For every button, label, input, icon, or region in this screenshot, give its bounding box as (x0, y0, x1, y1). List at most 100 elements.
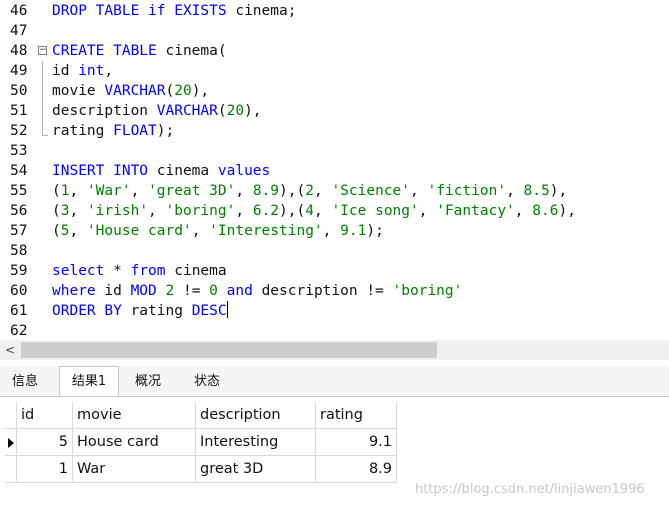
line-number: 46 (10, 3, 28, 19)
code-token: ORDER BY (52, 303, 122, 319)
table-cell-movie[interactable]: War (73, 456, 196, 483)
horizontal-scrollbar[interactable]: < (0, 340, 669, 360)
code-line[interactable]: 62 (0, 321, 669, 341)
line-number: 52 (10, 123, 28, 139)
line-number: 51 (10, 103, 28, 119)
code-line[interactable]: 56 (3, 'irish', 'boring', 6.2),(4, 'Ice s… (0, 201, 669, 221)
table-cell-id[interactable]: 5 (17, 429, 73, 456)
code-line[interactable]: 52 rating FLOAT); (0, 121, 669, 141)
table-cell-description[interactable]: great 3D (196, 456, 316, 483)
code-token: where (52, 283, 96, 299)
tab-result1[interactable]: 结果1 (59, 366, 119, 397)
line-number: 57 (10, 223, 28, 239)
table-cell-id[interactable]: 1 (17, 456, 73, 483)
code-token: movie (52, 83, 105, 99)
code-token: cinema; (226, 3, 297, 19)
table-cell-movie[interactable]: House card (73, 429, 196, 456)
code-token: ),( (279, 203, 306, 219)
code-token: , (104, 63, 114, 79)
code-text: where id MOD 2 != 0 and description != '… (52, 281, 462, 301)
code-token: , (506, 183, 524, 199)
line-number: 47 (10, 23, 28, 39)
code-line[interactable]: 46 DROP TABLE if EXISTS cinema; (0, 1, 669, 21)
code-line[interactable]: 54 INSERT INTO cinema values (0, 161, 669, 181)
code-token: , (313, 203, 332, 219)
code-line[interactable]: 48 − CREATE TABLE cinema( (0, 41, 669, 61)
sql-editor[interactable]: 46 DROP TABLE if EXISTS cinema; 47 48 − CREAT… (0, 0, 669, 340)
table-cell-rating[interactable]: 9.1 (316, 429, 397, 456)
row-marker[interactable] (5, 456, 17, 483)
code-token: and (226, 283, 253, 299)
row-marker[interactable] (5, 429, 17, 456)
table-cell-rating[interactable]: 8.9 (316, 456, 397, 483)
tab-profile[interactable]: 概况 (122, 368, 174, 396)
table-cell-description[interactable]: Interesting (196, 429, 316, 456)
code-token: ( (52, 223, 61, 239)
fold-guide-end (42, 135, 48, 136)
code-token: 8.6 (532, 203, 559, 219)
code-token: int (78, 63, 105, 79)
code-token: != (174, 283, 210, 299)
code-token: id (52, 63, 79, 79)
code-line[interactable]: 47 (0, 21, 669, 41)
scrollbar-thumb[interactable] (21, 342, 437, 358)
code-token: , (130, 183, 149, 199)
code-token: ); (156, 123, 175, 139)
line-number: 62 (10, 323, 28, 339)
scroll-left-arrow-icon[interactable]: < (2, 342, 18, 358)
column-header-movie[interactable]: movie (73, 402, 196, 429)
code-line[interactable]: 58 (0, 241, 669, 261)
code-token: 'great 3D' (148, 183, 236, 199)
code-token: 'War' (86, 183, 131, 199)
code-line[interactable]: 55 (1, 'War', 'great 3D', 8.9),(2, 'Scien… (0, 181, 669, 201)
code-token: 'boring' (392, 283, 463, 299)
code-token: 9.1 (340, 223, 367, 239)
code-text: (1, 'War', 'great 3D', 8.9),(2, 'Science… (52, 181, 567, 201)
code-token: cinema( (156, 43, 227, 59)
code-line[interactable]: 49 id int, (0, 61, 669, 81)
code-line[interactable]: 51 description VARCHAR(20), (0, 101, 669, 121)
column-header-rating[interactable]: rating (316, 402, 397, 429)
code-token: rating (52, 123, 114, 139)
column-header-id[interactable]: id (17, 402, 73, 429)
code-token: 'boring' (165, 203, 236, 219)
code-line[interactable]: 60 where id MOD 2 != 0 and description !=… (0, 281, 669, 301)
code-text: ORDER BY rating DESC (52, 301, 228, 321)
tab-status[interactable]: 状态 (180, 368, 234, 396)
column-header-description[interactable]: description (196, 402, 316, 429)
code-text: rating FLOAT); (52, 121, 174, 141)
code-token: * (104, 263, 131, 279)
line-number: 60 (10, 283, 28, 299)
code-token: ), (244, 103, 262, 119)
code-token: MOD (130, 283, 157, 299)
code-token: 8.9 (252, 183, 280, 199)
code-token: 'Interesting' (209, 223, 323, 239)
code-text: DROP TABLE if EXISTS cinema; (52, 1, 296, 21)
tab-info[interactable]: 信息 (0, 368, 50, 396)
code-line[interactable]: 59 select * from cinema (0, 261, 669, 281)
code-line[interactable]: 53 (0, 141, 669, 161)
code-text: CREATE TABLE cinema( (52, 41, 227, 61)
line-number: 48 (10, 43, 28, 59)
code-line[interactable]: 50 movie VARCHAR(20), (0, 81, 669, 101)
line-number: 58 (10, 243, 28, 259)
code-token: select (52, 263, 105, 279)
code-token: cinema (165, 263, 227, 279)
code-line[interactable]: 57 (5, 'House card', 'Interesting', 9.1); (0, 221, 669, 241)
line-number: 55 (10, 183, 28, 199)
code-token: VARCHAR (156, 103, 218, 119)
code-text: (3, 'irish', 'boring', 6.2),(4, 'Ice son… (52, 201, 576, 221)
code-token: , (313, 183, 332, 199)
code-token: from (130, 263, 166, 279)
fold-guide (42, 61, 43, 135)
code-text: select * from cinema (52, 261, 227, 281)
current-row-arrow-icon (8, 438, 14, 448)
code-token: cinema (148, 163, 218, 179)
code-token: VARCHAR (104, 83, 166, 99)
code-token: 20 (226, 103, 245, 119)
code-token: 'House card' (86, 223, 192, 239)
line-number: 59 (10, 263, 28, 279)
fold-toggle-icon[interactable]: − (38, 46, 47, 55)
code-line[interactable]: 61 ORDER BY rating DESC (0, 301, 669, 321)
